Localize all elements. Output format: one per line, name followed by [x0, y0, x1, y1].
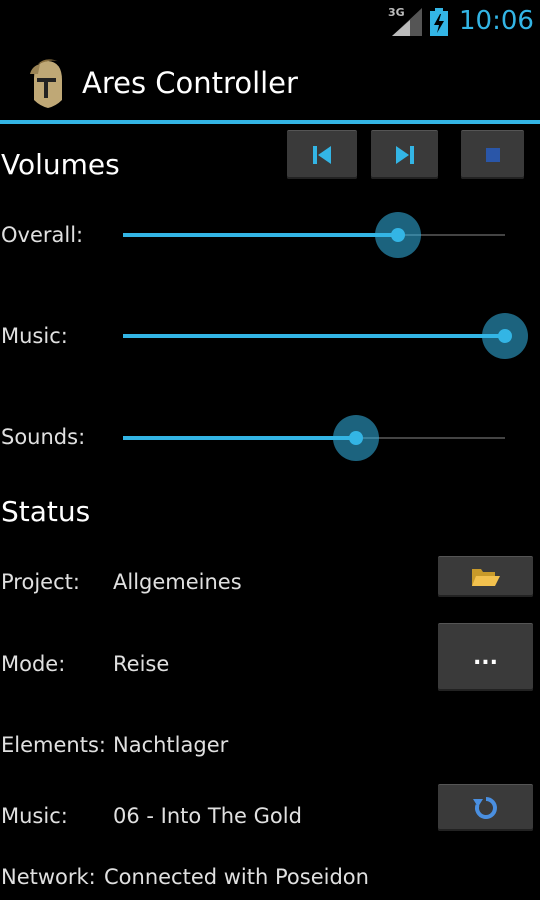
slider-thumb[interactable] — [391, 228, 406, 242]
clock: 10:06 — [459, 6, 534, 36]
refresh-button[interactable] — [438, 784, 533, 831]
action-bar: Ares Controller — [0, 44, 540, 120]
battery-charging-icon — [430, 8, 448, 36]
stop-icon — [485, 148, 500, 162]
next-button[interactable] — [371, 130, 438, 179]
elements-label: Elements: — [1, 733, 106, 757]
elements-value: Nachtlager — [113, 733, 229, 757]
spartan-helmet-icon — [30, 59, 62, 108]
status-bar: 3G 10:06 — [0, 0, 540, 44]
sounds-volume-slider[interactable] — [123, 408, 505, 468]
mode-select-button[interactable]: ... — [438, 623, 533, 691]
project-label: Project: — [1, 570, 80, 594]
open-project-button[interactable] — [438, 556, 533, 597]
volumes-title: Volumes — [1, 148, 120, 181]
skip-next-icon — [395, 146, 414, 164]
music-volume-slider[interactable] — [123, 306, 528, 366]
music-value: 06 - Into The Gold — [113, 804, 302, 828]
refresh-icon — [472, 797, 497, 819]
slider-thumb[interactable] — [498, 329, 512, 343]
music-volume-label: Music: — [1, 324, 68, 348]
project-value: Allgemeines — [113, 570, 242, 594]
stop-button[interactable] — [461, 130, 524, 179]
network-label: Network: — [1, 865, 96, 889]
slider-fill — [123, 334, 505, 338]
action-bar-divider — [0, 120, 540, 124]
mode-label: Mode: — [1, 652, 66, 676]
network-value: Connected with Poseidon — [104, 865, 369, 889]
overall-volume-label: Overall: — [1, 223, 84, 247]
status-title: Status — [1, 495, 91, 528]
slider-thumb[interactable] — [349, 431, 364, 445]
overall-volume-slider[interactable] — [123, 205, 505, 265]
previous-button[interactable] — [287, 130, 357, 179]
slider-fill — [123, 436, 357, 440]
mode-value: Reise — [113, 652, 170, 676]
sounds-volume-label: Sounds: — [1, 425, 86, 449]
open-folder-icon — [471, 569, 500, 586]
skip-previous-icon — [313, 146, 331, 164]
app-title: Ares Controller — [82, 66, 298, 100]
music-label: Music: — [1, 804, 68, 828]
signal-icon — [392, 8, 422, 36]
slider-fill — [123, 233, 399, 237]
